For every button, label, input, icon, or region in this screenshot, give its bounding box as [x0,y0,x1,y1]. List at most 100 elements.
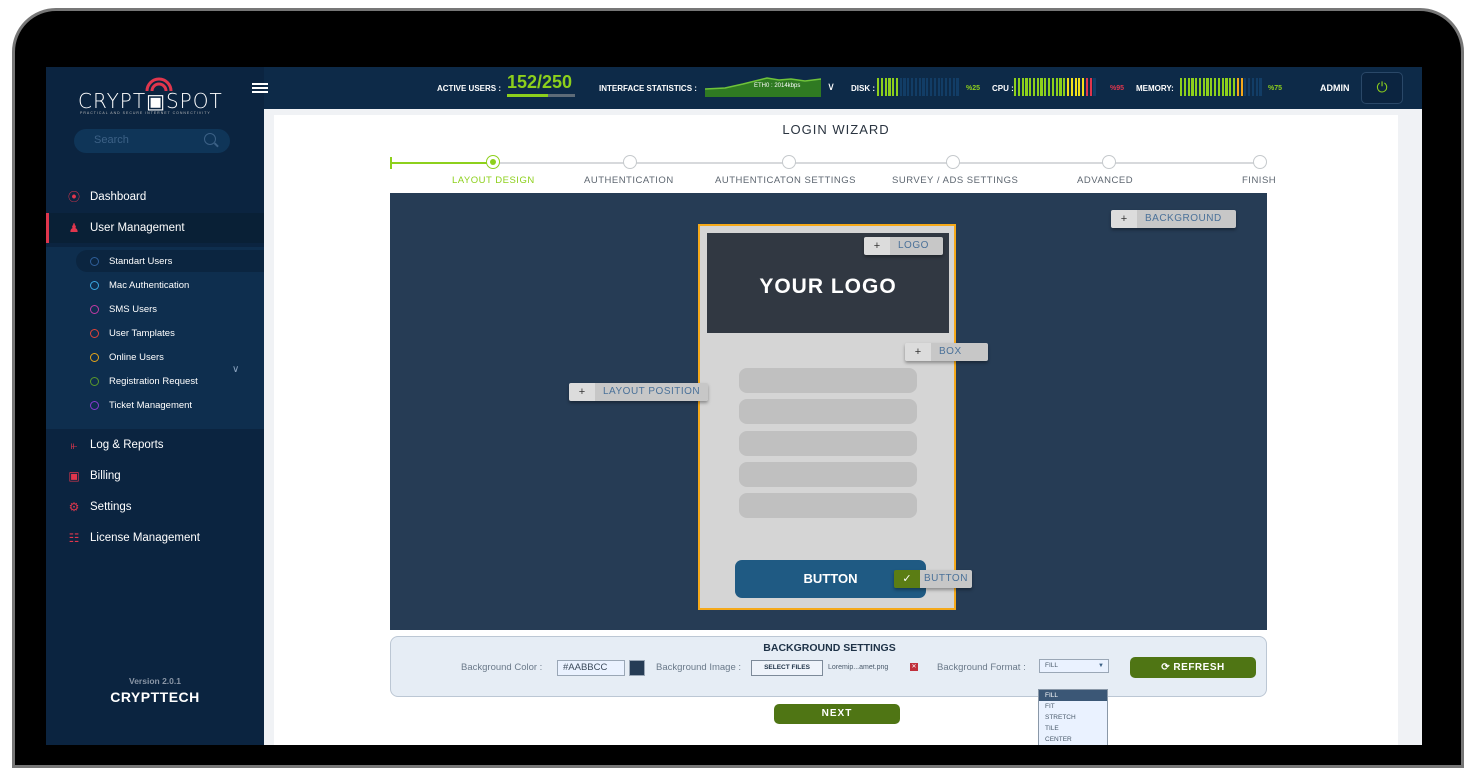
user-name[interactable]: ADMIN [1320,83,1350,93]
meter-segment [926,78,929,96]
meter-segment [1240,78,1243,96]
sidebar-item-label: Log & Reports [90,439,164,451]
sidebar-item-settings[interactable]: ⚙ Settings [46,492,264,522]
format-option-fill[interactable]: FILL [1039,690,1107,701]
step-survey-ads-settings[interactable]: SURVEY / ADS SETTINGS [892,175,1018,186]
submenu-item-label: SMS Users [109,303,158,315]
menu-toggle-icon[interactable] [252,83,268,93]
meter-segment [1051,78,1054,96]
meter-segment [895,78,899,96]
format-option-fit[interactable]: FIT [1039,701,1107,712]
disk-meter [877,78,959,96]
sidebar-item-label: Settings [90,501,132,513]
meter-segment [911,78,914,96]
step-dot-authentication[interactable] [623,155,637,169]
step-dot-finish[interactable] [1253,155,1267,169]
format-option-stretch[interactable]: STRETCH [1039,712,1107,723]
meter-segment [1259,78,1262,96]
box-tag[interactable]: + BOX [905,343,988,361]
dropdown-arrow-icon: ▼ [1098,663,1104,669]
meter-segment [899,78,902,96]
circle-icon [90,400,99,410]
circle-icon [90,256,99,266]
step-dot-advanced[interactable] [1102,155,1116,169]
meter-segment [1048,78,1051,96]
background-settings-panel: BACKGROUND SETTINGS Background Color : #… [390,636,1267,697]
input-placeholder [739,368,917,393]
meter-segment [1093,78,1096,96]
background-format-select[interactable]: FILL ▼ [1039,659,1109,673]
step-dot-survey-ads-settings[interactable] [946,155,960,169]
search-input[interactable]: Search [94,134,129,146]
cpu-label: CPU : [992,84,1014,93]
sidebar-item-billing[interactable]: ▣ Billing [46,461,264,491]
meter-segment [1063,78,1066,96]
background-color-label: Background Color : [461,662,543,673]
step-dot-authentication-settings[interactable] [782,155,796,169]
interface-dropdown-chevron-icon[interactable]: ∨ [827,80,835,93]
input-placeholder [739,493,917,518]
meter-segment [1074,78,1077,96]
sidebar-item-log-reports[interactable]: ⫦ Log & Reports [46,430,264,460]
remove-file-icon[interactable]: ✕ [910,663,918,671]
submenu-item-sms-users[interactable]: SMS Users [76,298,264,320]
license-icon: ☷ [68,531,80,545]
format-option-center[interactable]: CENTER [1039,734,1107,745]
search-icon[interactable] [204,133,216,145]
meter-segment [1036,78,1039,96]
login-box-preview[interactable]: YOUR LOGO BUTTON [698,224,956,610]
step-advanced[interactable]: ADVANCED [1077,175,1133,186]
next-button[interactable]: NEXT [774,704,900,724]
submenu-item-ticket-management[interactable]: Ticket Management [76,394,264,416]
meter-segment [929,78,933,96]
circle-icon [90,328,99,338]
active-users-value: 152/250 [507,72,573,92]
submenu-item-label: Standart Users [109,255,173,267]
background-format-label: Background Format : [937,662,1026,673]
cpu-meter [1014,78,1096,96]
sidebar-search[interactable]: Search [74,129,230,153]
sidebar-item-label: License Management [90,532,200,544]
step-dot-layout-design[interactable] [486,155,500,169]
meter-segment [1078,78,1081,96]
background-tag[interactable]: + BACKGROUND [1111,210,1236,228]
step-finish[interactable]: FINISH [1242,175,1276,186]
submenu-item-label: Registration Request [109,375,198,387]
step-layout-design[interactable]: LAYOUT DESIGN [452,175,535,186]
format-option-tile[interactable]: TILE [1039,723,1107,734]
plus-icon: + [1111,210,1137,228]
memory-percent: %75 [1268,85,1283,92]
step-authentication-settings[interactable]: AUTHENTICATON SETTINGS [715,175,856,186]
meter-segment [1244,78,1247,96]
meter-segment [1085,78,1089,96]
power-button[interactable]: ⏻ [1361,72,1403,104]
sidebar-item-user-management[interactable]: ♟ User Management [46,213,264,243]
background-color-input[interactable]: #AABBCC [557,660,625,676]
color-swatch[interactable] [629,660,645,676]
layout-position-tag[interactable]: + LAYOUT POSITION [569,383,709,401]
meter-segment [956,78,959,96]
select-files-button[interactable]: SELECT FILES [751,660,823,676]
step-authentication[interactable]: AUTHENTICATION [584,175,674,186]
billing-icon: ▣ [68,469,80,483]
sidebar-item-dashboard[interactable]: ⦿ Dashboard [46,182,264,212]
meter-segment [884,78,887,96]
layout-preview-canvas[interactable]: YOUR LOGO BUTTON + BACKGROUND + LOGO + B… [390,193,1267,630]
button-tag[interactable]: ✓ BUTTON [894,570,972,588]
submenu-item-user-templates[interactable]: User Tamplates [76,322,264,344]
meter-segment [1066,78,1070,96]
meter-segment [1044,78,1047,96]
submenu-item-standart-users[interactable]: Standart Users [76,250,264,272]
meter-segment [1248,78,1251,96]
meter-segment [1229,78,1232,96]
submenu-collapse-chevron-icon[interactable]: ∨ [232,364,239,375]
meter-segment [1195,78,1198,96]
sidebar-item-license-management[interactable]: ☷ License Management [46,523,264,553]
refresh-button[interactable]: ⟳ REFRESH [1130,657,1256,678]
meter-segment [1217,78,1220,96]
logo-tag[interactable]: + LOGO [864,237,943,255]
meter-segment [1202,78,1205,96]
active-users-label: ACTIVE USERS : [437,84,502,93]
gear-icon: ⚙ [68,500,80,514]
submenu-item-mac-authentication[interactable]: Mac Authentication [76,274,264,296]
